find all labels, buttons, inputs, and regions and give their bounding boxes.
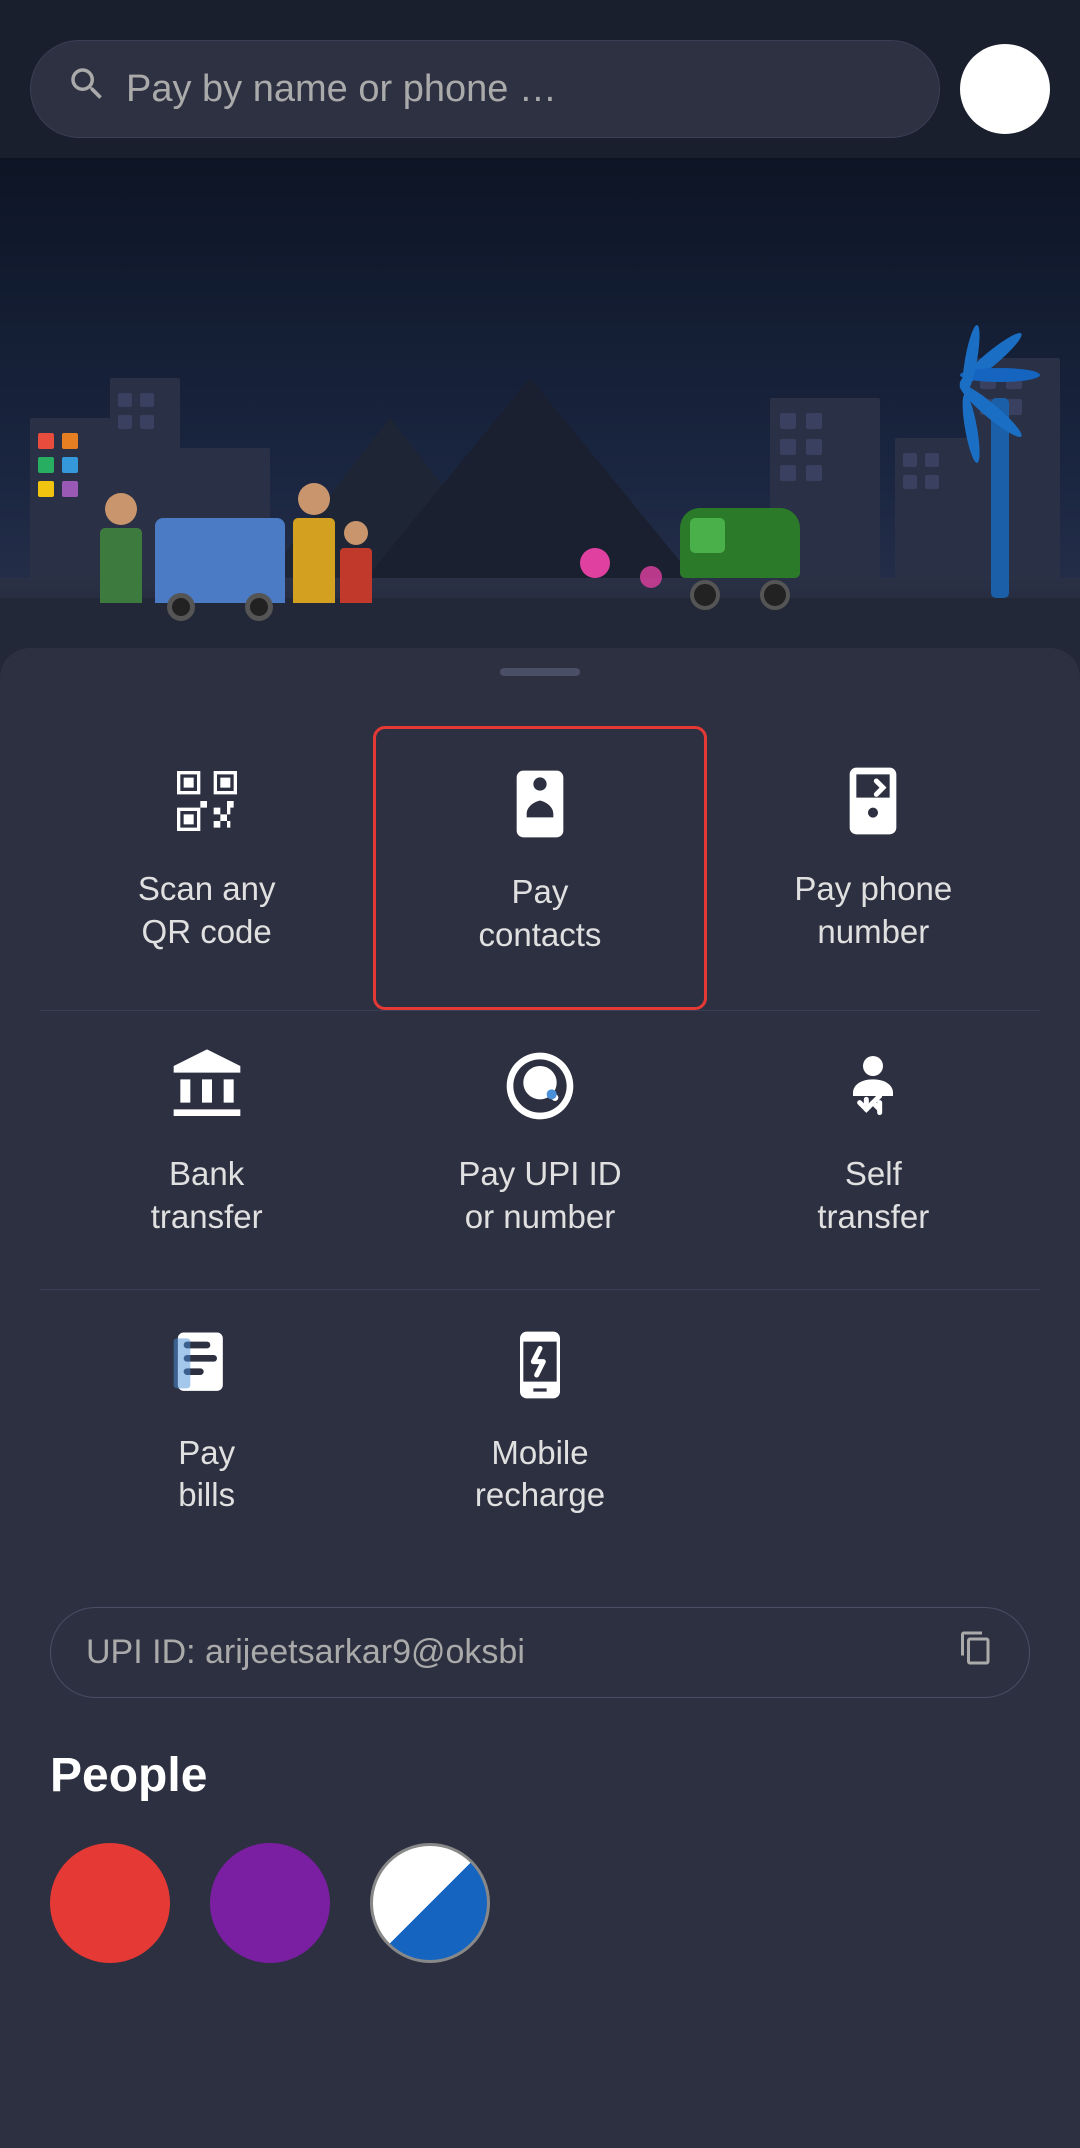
mobile-recharge-label: Mobilerecharge <box>475 1432 605 1518</box>
contacts-pay-icon <box>495 759 585 849</box>
pay-contacts-label: Paycontacts <box>479 871 602 957</box>
avatar-person-1[interactable] <box>50 1843 170 1963</box>
search-placeholder: Pay by name or phone … <box>126 68 557 111</box>
flower-2 <box>640 566 662 588</box>
mountain-2 <box>350 378 710 598</box>
action-pay-bills[interactable]: Paybills <box>40 1290 373 1568</box>
action-pay-contacts[interactable]: Paycontacts <box>373 726 706 1010</box>
action-mobile-recharge[interactable]: Mobilerecharge <box>373 1290 706 1568</box>
action-bank-transfer[interactable]: Banktransfer <box>40 1011 373 1289</box>
avatar-person-3[interactable] <box>370 1843 490 1963</box>
avatar-person-2[interactable] <box>210 1843 330 1963</box>
pay-bills-label: Paybills <box>178 1432 235 1518</box>
people-section: People <box>0 1698 1080 1993</box>
pay-upi-label: Pay UPI IDor number <box>458 1153 621 1239</box>
top-bar: Pay by name or phone … <box>0 0 1080 158</box>
scan-qr-label: Scan anyQR code <box>138 868 276 954</box>
qr-code-icon <box>162 756 252 846</box>
bills-icon <box>162 1320 252 1410</box>
self-transfer-label: Selftransfer <box>817 1153 929 1239</box>
phone-pay-icon <box>828 756 918 846</box>
action-grid-3: Paybills Mobilerecharge <box>0 1290 1080 1568</box>
upi-id-text: UPI ID: arijeetsarkar9@oksbi <box>86 1633 525 1672</box>
palm-tree <box>950 368 1050 598</box>
action-pay-upi[interactable]: Pay UPI IDor number <box>373 1011 706 1289</box>
bank-icon <box>162 1041 252 1131</box>
search-bar[interactable]: Pay by name or phone … <box>30 40 940 138</box>
upi-icon <box>495 1041 585 1131</box>
self-transfer-icon <box>828 1041 918 1131</box>
people-title: People <box>50 1748 1030 1803</box>
upi-id-bar[interactable]: UPI ID: arijeetsarkar9@oksbi <box>50 1607 1030 1698</box>
bank-transfer-label: Banktransfer <box>151 1153 263 1239</box>
sheet-handle <box>500 668 580 676</box>
people-row <box>50 1843 1030 1963</box>
recharge-icon <box>495 1320 585 1410</box>
search-icon <box>66 63 108 115</box>
people-illustration <box>100 483 372 603</box>
action-scan-qr[interactable]: Scan anyQR code <box>40 726 373 1010</box>
action-pay-phone[interactable]: Pay phonenumber <box>707 726 1040 1010</box>
auto-rickshaw <box>680 508 800 598</box>
action-grid: Scan anyQR code Paycontacts <box>0 726 1080 1010</box>
flower-1 <box>580 548 610 578</box>
action-grid-2: Banktransfer Pay UPI IDor number <box>0 1011 1080 1289</box>
hero-illustration <box>0 158 1080 678</box>
pay-phone-label: Pay phonenumber <box>794 868 952 954</box>
bottom-sheet: Scan anyQR code Paycontacts <box>0 648 1080 2148</box>
copy-icon[interactable] <box>958 1630 994 1675</box>
action-self-transfer[interactable]: Selftransfer <box>707 1011 1040 1289</box>
user-avatar[interactable] <box>960 44 1050 134</box>
